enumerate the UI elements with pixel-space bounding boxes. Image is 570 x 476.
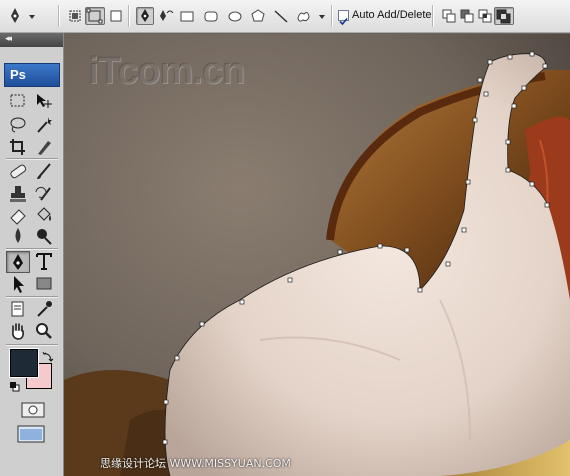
marquee-tool-icon[interactable] [7,91,31,113]
screen-mode-icon[interactable] [14,423,50,447]
history-brush-tool-icon[interactable] [33,184,57,206]
custom-shape-icon[interactable] [294,7,312,25]
pen-icon[interactable] [136,7,154,25]
magic-wand-tool-icon[interactable] [33,115,57,137]
brush-tool-icon[interactable] [33,161,57,183]
lasso-tool-icon[interactable] [7,115,31,137]
toolbox-header[interactable]: ◂◂ [0,33,63,47]
auto-add-delete-label[interactable]: Auto Add/Delete [352,9,432,21]
subtract-path-icon[interactable] [458,7,476,25]
slice-tool-icon[interactable] [33,137,57,159]
tool-preset-dropdown-icon[interactable] [26,7,38,25]
healing-brush-tool-icon[interactable] [7,161,31,183]
add-path-icon[interactable] [440,7,458,25]
document-canvas[interactable] [64,34,570,476]
freeform-pen-icon[interactable] [156,7,174,25]
exclude-path-icon[interactable] [494,7,514,25]
shape-layers-icon[interactable] [66,7,84,25]
line-icon[interactable] [272,7,290,25]
eraser-tool-icon[interactable] [7,205,31,227]
eyedropper-tool-icon[interactable] [33,299,57,321]
notes-tool-icon[interactable] [7,299,31,321]
fill-pixels-icon[interactable] [107,7,125,25]
site-watermark: iTcom.cn [88,50,245,92]
swap-colors-icon[interactable] [42,348,54,367]
photo-image [64,34,570,476]
rectangle-icon[interactable] [178,7,196,25]
zoom-tool-icon[interactable] [33,321,57,343]
move-tool-icon[interactable] [33,91,57,113]
path-selection-tool-icon[interactable] [7,274,31,296]
paths-icon[interactable] [85,7,105,25]
foreground-color-swatch[interactable] [10,349,38,377]
auto-add-delete-checkbox[interactable] [338,10,349,26]
clone-stamp-tool-icon[interactable] [7,184,31,206]
rectangle-shape-tool-icon[interactable] [33,274,57,296]
dodge-tool-icon[interactable] [33,226,57,248]
options-bar: Auto Add/Delete [0,0,570,33]
ellipse-icon[interactable] [226,7,244,25]
type-tool-icon[interactable] [33,251,57,273]
quick-mask-icon[interactable] [20,401,46,423]
paint-bucket-tool-icon[interactable] [33,205,57,227]
hand-tool-icon[interactable] [7,321,31,343]
pen-tool-active-icon[interactable] [6,251,30,273]
crop-tool-icon[interactable] [7,137,31,159]
ps-logo: Ps [4,63,60,87]
custom-shape-dropdown-icon[interactable] [316,7,328,25]
footer-watermark: 思缘设计论坛 WWW.MISSYUAN.COM [100,457,291,470]
toolbox-panel: ◂◂ Ps [0,33,64,476]
polygon-icon[interactable] [249,7,267,25]
pen-tool-icon[interactable] [6,7,24,25]
default-colors-icon[interactable] [9,378,21,397]
collapse-icon[interactable]: ◂◂ [5,34,12,44]
blur-tool-icon[interactable] [7,226,31,248]
intersect-path-icon[interactable] [476,7,494,25]
rounded-rectangle-icon[interactable] [202,7,220,25]
